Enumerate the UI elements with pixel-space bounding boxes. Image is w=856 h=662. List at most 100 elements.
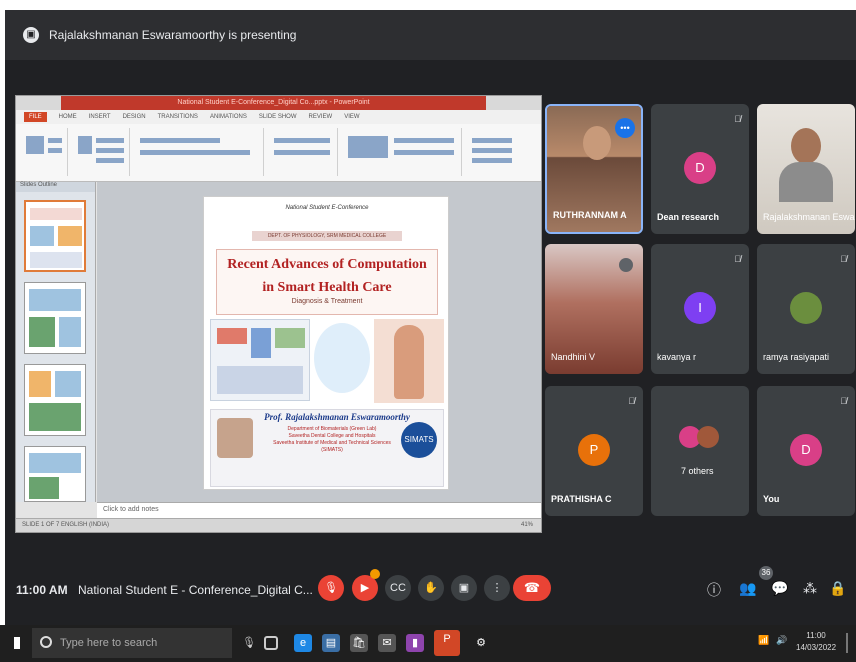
presenting-banner: ▣ Rajalakshmanan Eswaramoorthy is presen…	[5, 10, 856, 60]
end-call-icon[interactable]: ☎	[513, 575, 551, 601]
participant-name: Rajalakshmanan Eswaramoorthy	[763, 212, 855, 222]
ppt-status-bar: SLIDE 1 OF 7 ENGLISH (INDIA) 41%	[16, 518, 541, 532]
ribbon-drawing-group[interactable]	[342, 128, 462, 176]
slide-subtitle: Diagnosis & Treatment	[291, 298, 363, 305]
participant-body	[779, 162, 833, 202]
slide-title-box: Recent Advances of Computation in Smart …	[216, 249, 438, 315]
notes-pane[interactable]: Click to add notes	[97, 502, 541, 518]
slide-thumbnail-4[interactable]	[24, 446, 86, 502]
slide-thumbnail-3[interactable]	[24, 364, 86, 436]
app-icon[interactable]: ▮	[406, 634, 424, 652]
people-icon[interactable]: 👥	[738, 580, 758, 597]
microphone-icon[interactable]: 🎙	[240, 634, 258, 652]
meet-window: ▣ Rajalakshmanan Eswaramoorthy is presen…	[5, 10, 856, 625]
ppt-menu-insert[interactable]: INSERT	[89, 114, 111, 120]
participant-avatar-photo	[790, 292, 822, 324]
taskbar-clock[interactable]: 11:00 14/03/2022	[796, 630, 836, 654]
slide-title-line1: Recent Advances of Computation	[227, 257, 427, 272]
store-icon[interactable]: 🛍	[350, 634, 368, 652]
participant-tile-you[interactable]: 🎙̸ D You	[757, 386, 855, 516]
powerpoint-icon[interactable]: P	[434, 630, 460, 656]
participant-tile-1[interactable]: ••• RUTHRANNAM A	[545, 104, 643, 234]
task-view-icon[interactable]	[264, 636, 278, 650]
ribbon-editing-group[interactable]	[466, 128, 536, 176]
ppt-zoom-level[interactable]: 41%	[521, 522, 533, 528]
ribbon-slides-group[interactable]	[72, 128, 130, 176]
participant-name: RUTHRANNAM A	[553, 210, 627, 220]
ppt-menu-transitions[interactable]: TRANSITIONS	[158, 114, 198, 120]
ppt-menu-slideshow[interactable]: SLIDE SHOW	[259, 114, 297, 120]
mic-off-icon: 🎙̸	[840, 396, 847, 406]
settings-icon[interactable]: ⚙	[472, 634, 490, 652]
slide-thumbnail-1[interactable]	[24, 200, 86, 272]
mail-icon[interactable]: ✉	[378, 634, 396, 652]
slide-illustrations	[210, 319, 444, 405]
info-icon[interactable]: ⓘ	[704, 580, 724, 600]
ppt-menu-file[interactable]: FILE	[24, 112, 47, 122]
ppt-menu-review[interactable]: REVIEW	[309, 114, 333, 120]
ppt-menu-animations[interactable]: ANIMATIONS	[210, 114, 247, 120]
raise-hand-icon[interactable]: ✋	[418, 575, 444, 601]
slide-anatomy-image	[374, 319, 444, 403]
slide-thumbnail-2[interactable]	[24, 282, 86, 354]
host-controls-icon[interactable]: 🔒	[828, 580, 848, 597]
ppt-menu-view[interactable]: VIEW	[344, 114, 359, 120]
participant-tile-3[interactable]: Rajalakshmanan Eswaramoorthy	[757, 104, 855, 234]
slide-canvas: National Student E-Conference DEPT. OF P…	[97, 182, 541, 502]
thumbnail-tabs[interactable]: Slides Outline	[16, 182, 95, 192]
ppt-ribbon	[16, 124, 541, 182]
participant-tile-5[interactable]: 🎙̸ I kavanya r	[651, 244, 749, 374]
taskbar-search[interactable]: Type here to search	[32, 628, 232, 658]
chat-icon[interactable]: 💬	[770, 580, 790, 597]
ribbon-clipboard-group[interactable]	[20, 128, 68, 176]
show-desktop-button[interactable]	[846, 633, 848, 653]
mic-off-icon[interactable]: 🎙	[318, 575, 344, 601]
participant-tile-6[interactable]: 🎙̸ ramya rasiyapati	[757, 244, 855, 374]
ppt-body: Slides Outline National Student E-Confer…	[16, 182, 541, 518]
speaker-photo	[217, 418, 253, 458]
ribbon-font-group[interactable]	[134, 128, 264, 176]
others-avatar-2	[697, 426, 719, 448]
ribbon-paragraph-group[interactable]	[268, 128, 338, 176]
participant-name: Dean research	[657, 212, 720, 222]
slide-thumbnail-pane: Slides Outline	[16, 182, 96, 502]
more-options-icon[interactable]: ⋮	[484, 575, 510, 601]
ppt-window-title: National Student E-Conference_Digital Co…	[61, 96, 486, 110]
current-slide[interactable]: National Student E-Conference DEPT. OF P…	[203, 196, 449, 490]
volume-icon[interactable]: 🔊	[776, 635, 787, 646]
network-icon[interactable]: 📶	[758, 635, 769, 646]
participant-tile-others[interactable]: 7 others	[651, 386, 749, 516]
participant-avatar: D	[684, 152, 716, 184]
slide-cloud-image	[314, 323, 370, 393]
file-explorer-icon[interactable]: ▤	[322, 634, 340, 652]
participant-name: PRATHISHA C	[551, 494, 612, 504]
clock-date: 14/03/2022	[796, 643, 837, 652]
present-icon: ▣	[23, 27, 39, 43]
captions-icon[interactable]: CC	[385, 575, 411, 601]
participant-avatar: I	[684, 292, 716, 324]
participant-tile-2[interactable]: 🎙̸ D Dean research	[651, 104, 749, 234]
windows-taskbar: Type here to search 🎙 e ▤ 🛍 ✉ ▮ P ⚙ 📶 🔊 …	[0, 625, 856, 662]
camera-warning-badge	[370, 569, 380, 579]
slide-diagram-image	[210, 319, 310, 401]
participant-tile-7[interactable]: 🎙̸ P PRATHISHA C	[545, 386, 643, 516]
mic-off-icon: 🎙̸	[840, 254, 847, 264]
ppt-status-text: SLIDE 1 OF 7 ENGLISH (INDIA)	[22, 522, 110, 528]
taskbar-search-placeholder: Type here to search	[60, 637, 158, 649]
start-icon[interactable]	[14, 637, 20, 649]
institution-logo: SIMATS	[401, 422, 437, 458]
participant-count-badge: 36	[759, 566, 773, 580]
ppt-menu-design[interactable]: DESIGN	[123, 114, 146, 120]
mic-off-icon: 🎙̸	[628, 396, 635, 406]
participant-name: Nandhini V	[551, 352, 596, 362]
edge-icon[interactable]: e	[294, 634, 312, 652]
mic-off-icon: 🎙̸	[734, 114, 741, 124]
activities-icon[interactable]: ⁂	[800, 580, 820, 597]
participant-tile-4[interactable]: Nandhini V	[545, 244, 643, 374]
ppt-title-bar: National Student E-Conference_Digital Co…	[16, 96, 541, 110]
slide-organizer: DEPT. OF PHYSIOLOGY, SRM MEDICAL COLLEGE	[252, 231, 402, 241]
shared-powerpoint-window[interactable]: National Student E-Conference_Digital Co…	[15, 95, 542, 533]
ppt-menu-home[interactable]: HOME	[59, 114, 77, 120]
presenting-banner-text: Rajalakshmanan Eswaramoorthy is presenti…	[49, 28, 297, 42]
present-screen-icon[interactable]: ▣	[451, 575, 477, 601]
